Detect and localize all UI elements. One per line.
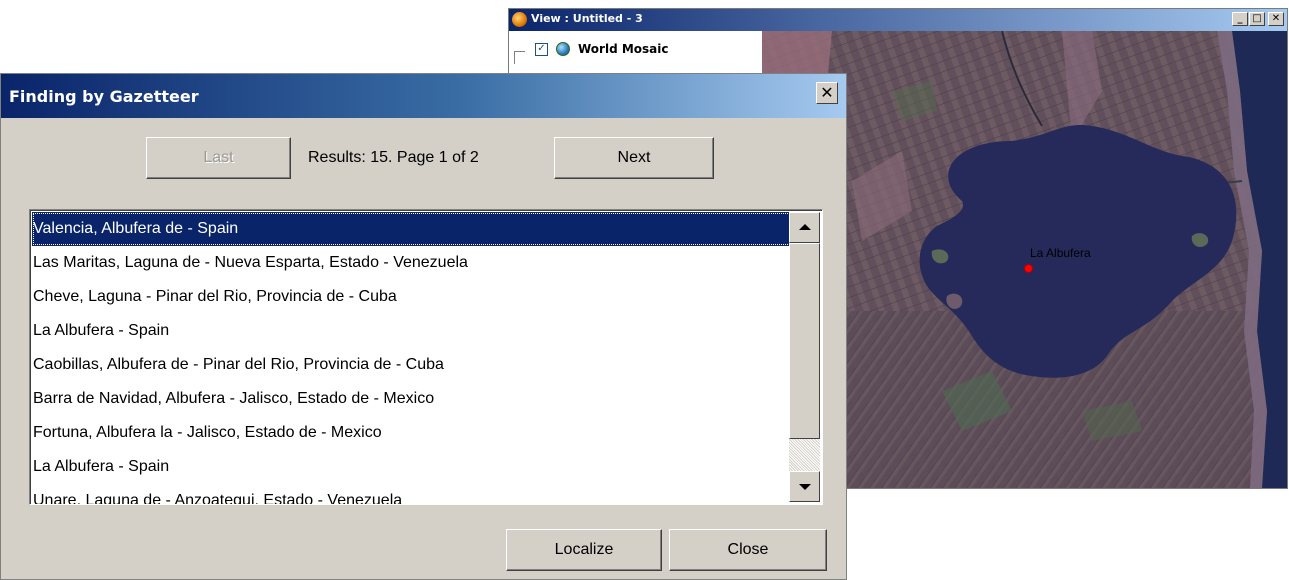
view-title: View : Untitled - 3 — [531, 12, 643, 25]
result-list-item[interactable]: Unare, Laguna de - Anzoategui, Estado - … — [32, 484, 791, 504]
results-list-items: Valencia, Albufera de - Spain Las Maritas… — [32, 212, 791, 504]
view-title-bar[interactable]: View : Untitled - 3 _ □ ✕ — [509, 9, 1287, 31]
arrow-up-icon — [799, 224, 811, 230]
results-count-label: Results: 15. Page 1 of 2 — [308, 149, 479, 166]
scroll-up-button[interactable] — [789, 212, 820, 243]
last-page-button[interactable]: Last — [146, 137, 291, 179]
results-scrollbar[interactable] — [789, 212, 820, 502]
maximize-button[interactable]: □ — [1249, 12, 1265, 26]
result-list-item[interactable]: Las Maritas, Laguna de - Nueva Esparta, … — [32, 246, 791, 280]
dialog-title-bar[interactable]: Finding by Gazetteer ✕ — [1, 74, 846, 118]
dialog-title: Finding by Gazetteer — [9, 87, 199, 106]
result-list-item[interactable]: La Albufera - Spain — [32, 314, 791, 348]
window-controls: _ □ ✕ — [1232, 12, 1284, 26]
dialog-close-icon[interactable]: ✕ — [816, 82, 838, 104]
location-marker[interactable] — [1024, 264, 1033, 273]
layer-visibility-checkbox[interactable]: ✓ — [535, 42, 548, 56]
raster-layer-icon — [556, 42, 570, 56]
layer-item-world-mosaic[interactable]: ✓ World Mosaic — [523, 39, 669, 59]
results-list[interactable]: Valencia, Albufera de - Spain Las Maritas… — [29, 209, 823, 505]
result-list-item[interactable]: Cheve, Laguna - Pinar del Rio, Provincia… — [32, 280, 791, 314]
result-list-item[interactable]: Barra de Navidad, Albufera - Jalisco, Es… — [32, 382, 791, 416]
scroll-down-button[interactable] — [789, 471, 820, 502]
next-page-button[interactable]: Next — [554, 137, 714, 179]
location-marker-label: La Albufera — [1030, 246, 1091, 260]
layer-name: World Mosaic — [578, 42, 669, 56]
result-list-item[interactable]: Fortuna, Albufera la - Jalisco, Estado d… — [32, 416, 791, 450]
app-icon — [512, 12, 527, 27]
gazetteer-dialog: Finding by Gazetteer ✕ Last Results: 15.… — [0, 73, 847, 580]
minimize-button[interactable]: _ — [1232, 12, 1248, 26]
scrollbar-thumb[interactable] — [789, 243, 820, 439]
close-button[interactable]: Close — [669, 529, 827, 571]
window-close-button[interactable]: ✕ — [1268, 12, 1284, 26]
localize-button[interactable]: Localize — [506, 529, 662, 571]
result-list-item[interactable]: Caobillas, Albufera de - Pinar del Rio, … — [32, 348, 791, 382]
result-list-item[interactable]: Valencia, Albufera de - Spain — [32, 212, 791, 246]
arrow-down-icon — [799, 484, 811, 490]
result-list-item[interactable]: La Albufera - Spain — [32, 450, 791, 484]
